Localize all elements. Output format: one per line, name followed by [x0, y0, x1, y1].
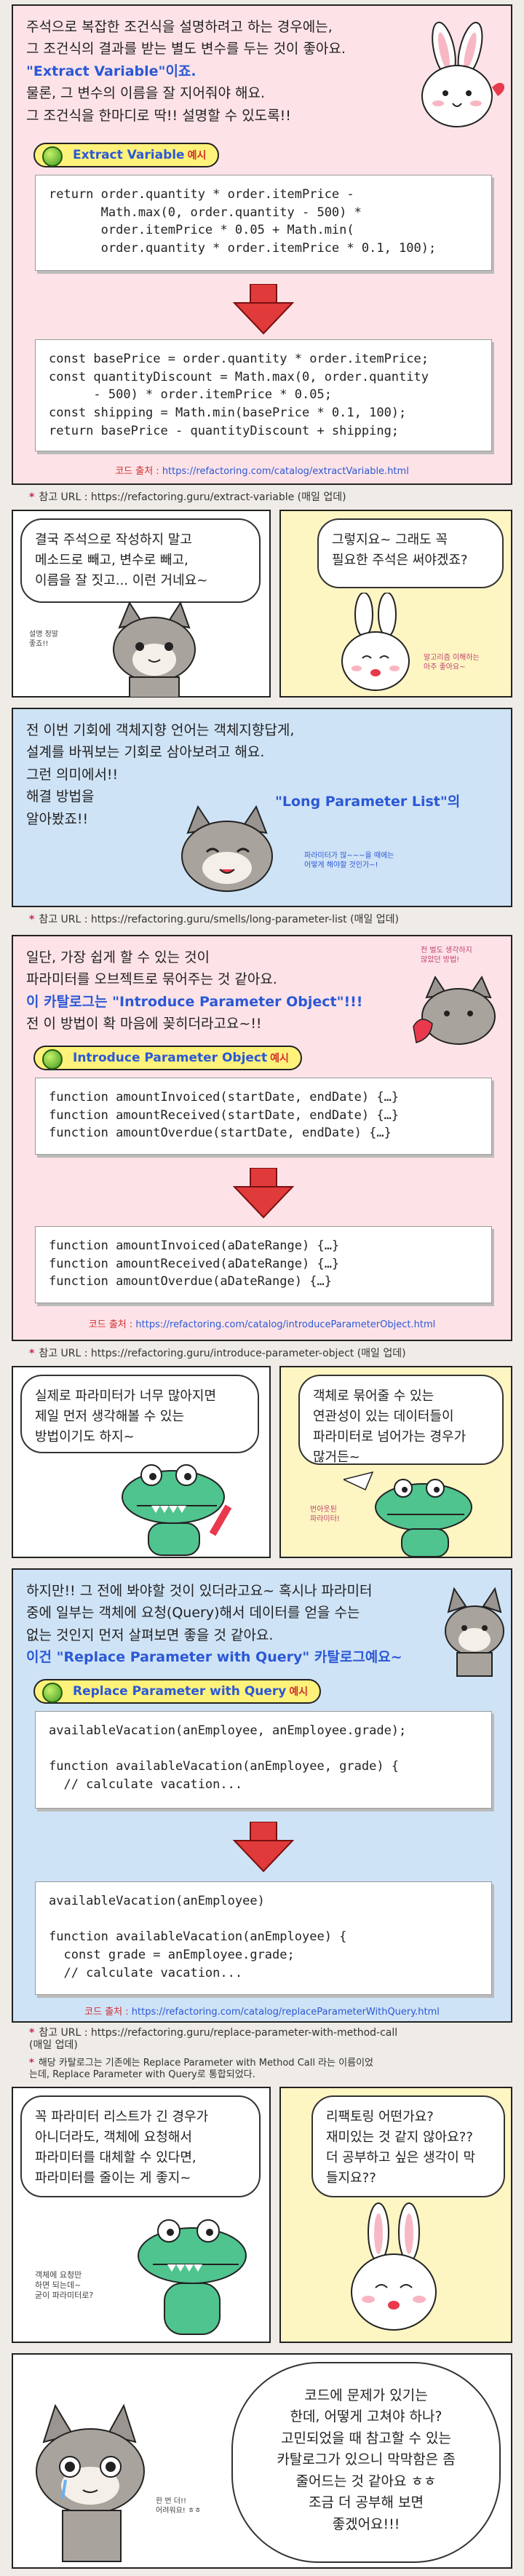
- cat-illustration: [413, 976, 496, 1045]
- cat-illustration: [445, 1587, 504, 1677]
- code-source: 코드 출처 : https://refactoring.com/catalog/…: [115, 466, 409, 477]
- panel4-text: 일단, 가장 쉽게 할 수 있는 것이 파라미터를 오브젝트로 묶어주는 것 같…: [26, 949, 363, 1032]
- panel7-left-small: 객체에 요청만 하면 되는데~ 굳이 파라미터로?: [35, 2270, 94, 2300]
- rabbit-illustration: [421, 21, 504, 127]
- green-bullet-icon: [42, 1683, 63, 1703]
- extract-variable-label: Extract Variable 예시: [33, 143, 220, 167]
- panel-many-parameters-left: 실제로 파라미터가 너무 많아지면 제일 먼저 생각해볼 수 있는 방법이기도 …: [12, 1366, 271, 1558]
- long-parameter-list-highlight: "Long Parameter List"의: [275, 794, 461, 810]
- code-before: function amountInvoiced(startDate, endDa…: [35, 1078, 492, 1155]
- introduce-parameter-object-label: Introduce Parameter Object 예시: [33, 1046, 302, 1070]
- code-after: const basePrice = order.quantity * order…: [35, 339, 492, 451]
- down-arrow-icon: [233, 284, 294, 335]
- replace-parameter-with-query-label: Replace Parameter with Query 예시: [33, 1679, 322, 1704]
- panel3-small: 파라미터가 많~~~을 때에는 어떻게 해야할 것인가~!: [304, 852, 394, 869]
- code-source: 코드 출처 : https://refactoring.com/catalog/…: [84, 2007, 440, 2018]
- panel-long-parameter-list: 전 이번 기회에 객체지향 언어는 객체지향답게, 설계를 바꿔보는 기회로 삼…: [12, 708, 512, 907]
- cat-illustration: [113, 601, 196, 698]
- rabbit-illustration: [341, 593, 410, 691]
- panel-comment-conversation-left: 결국 주석으로 작성하지 말고 메소드로 빼고, 변수로 빼고, 이름을 잘 짓…: [12, 510, 271, 698]
- speech-bubble: 리팩토링 어떤가요? 재미있는 것 같지 않아요?? 더 공부하고 싶은 생각이…: [311, 2095, 505, 2197]
- speech-bubble: 실제로 파라미터가 너무 많아지면 제일 먼저 생각해볼 수 있는 방법이기도 …: [20, 1375, 259, 1453]
- code-source: 코드 출처 : https://refactoring.com/catalog/…: [88, 1319, 436, 1330]
- crocodile-illustration: [122, 1464, 232, 1556]
- speech-bubble: 꼭 파라미터 리스트가 긴 경우가 아니더라도, 객체에 요청해서 파라미터를 …: [20, 2095, 261, 2197]
- code-after: function amountInvoiced(aDateRange) {…} …: [35, 1226, 492, 1303]
- panel-comment-conversation-right: 그렇지요~ 그래도 꼭 필요한 주석은 써야겠죠? 알고리즘 이해하는 아주 좋…: [279, 510, 512, 698]
- panel-closing: 한 번 더!! 어려워요! ㅎㅎ 코드에 문제가 있기는 한데, 어떻게 고쳐야…: [12, 2353, 512, 2569]
- cat-illustration: [181, 805, 273, 892]
- panel5-right-small: 번아웃된 파라미터!: [310, 1506, 340, 1523]
- panel-many-parameters-right: 객체로 묶어줄 수 있는 연관성이 있는 데이터들이 파라미터로 넘어가는 경우…: [279, 1366, 512, 1558]
- crocodile-illustration: [344, 1471, 472, 1557]
- panel2-right-small: 알고리즘 이해하는 아주 좋아요~: [424, 654, 480, 671]
- panel6-text: 하지만!! 그 전에 봐야할 것이 있더라고요~ 혹시나 파라미터 중에 일부는…: [26, 1583, 402, 1666]
- panel-replace-parameter-with-query: 하지만!! 그 전에 봐야할 것이 있더라고요~ 혹시나 파라미터 중에 일부는…: [12, 1568, 512, 2023]
- panel4-small: 전 벌도 생각하지 않았던 방법!: [421, 947, 472, 964]
- panel-extract-variable: 주석으로 복잡한 조건식을 설명하려고 하는 경우에는, 그 조건식의 결과를 …: [12, 4, 512, 485]
- code-before: return order.quantity * order.itemPrice …: [35, 175, 492, 271]
- panel-introduce-parameter-object: 일단, 가장 쉽게 할 수 있는 것이 파라미터를 오브젝트로 묶어주는 것 같…: [12, 935, 512, 1341]
- speech-bubble: 결국 주석으로 작성하지 말고 메소드로 빼고, 변수로 빼고, 이름을 잘 짓…: [20, 518, 261, 603]
- down-arrow-icon: [233, 1822, 294, 1873]
- panel1-intro: 주석으로 복잡한 조건식을 설명하려고 하는 경우에는, 그 조건식의 결과를 …: [26, 19, 346, 124]
- reference-url-3: * 참고 URL : https://refactoring.guru/intro…: [29, 1348, 406, 1359]
- panel-query-instead-right: 리팩토링 어떤가요? 재미있는 것 같지 않아요?? 더 공부하고 싶은 생각이…: [279, 2087, 512, 2343]
- speech-bubble: 그렇지요~ 그래도 꼭 필요한 주석은 써야겠죠?: [317, 518, 504, 588]
- reference-url-2: * 참고 URL : https://refactoring.guru/smell…: [29, 914, 399, 925]
- catalog-note: * 해당 카탈로그는 기존에는 Replace Parameter with Me…: [29, 2058, 373, 2080]
- code-after: availableVacation(anEmployee) function a…: [35, 1881, 492, 1995]
- rabbit-illustration: [351, 2202, 437, 2331]
- panel8-small: 한 번 더!! 어려워요! ㅎㅎ: [156, 2497, 202, 2515]
- green-bullet-icon: [42, 1049, 63, 1070]
- cat-illustration: [36, 2403, 145, 2562]
- reference-url-4: * 참고 URL : https://refactoring.guru/repla…: [29, 2027, 398, 2051]
- panel-query-instead-left: 꼭 파라미터 리스트가 긴 경우가 아니더라도, 객체에 요청해서 파라미터를 …: [12, 2087, 271, 2343]
- reference-url-1: * 참고 URL : https://refactoring.guru/extra…: [29, 491, 346, 503]
- panel2-left-small: 설명 정말 좋죠!!: [29, 631, 58, 648]
- down-arrow-icon: [233, 1168, 294, 1219]
- code-before: availableVacation(anEmployee, anEmployee…: [35, 1711, 492, 1809]
- speech-bubble: 코드에 문제가 있기는 한데, 어떻게 고쳐야 하나? 고민되었을 때 참고할 …: [231, 2362, 501, 2563]
- speech-bubble: 객체로 묶어줄 수 있는 연관성이 있는 데이터들이 파라미터로 넘어가는 경우…: [298, 1375, 504, 1465]
- crocodile-illustration: [138, 2219, 247, 2335]
- green-bullet-icon: [42, 146, 63, 167]
